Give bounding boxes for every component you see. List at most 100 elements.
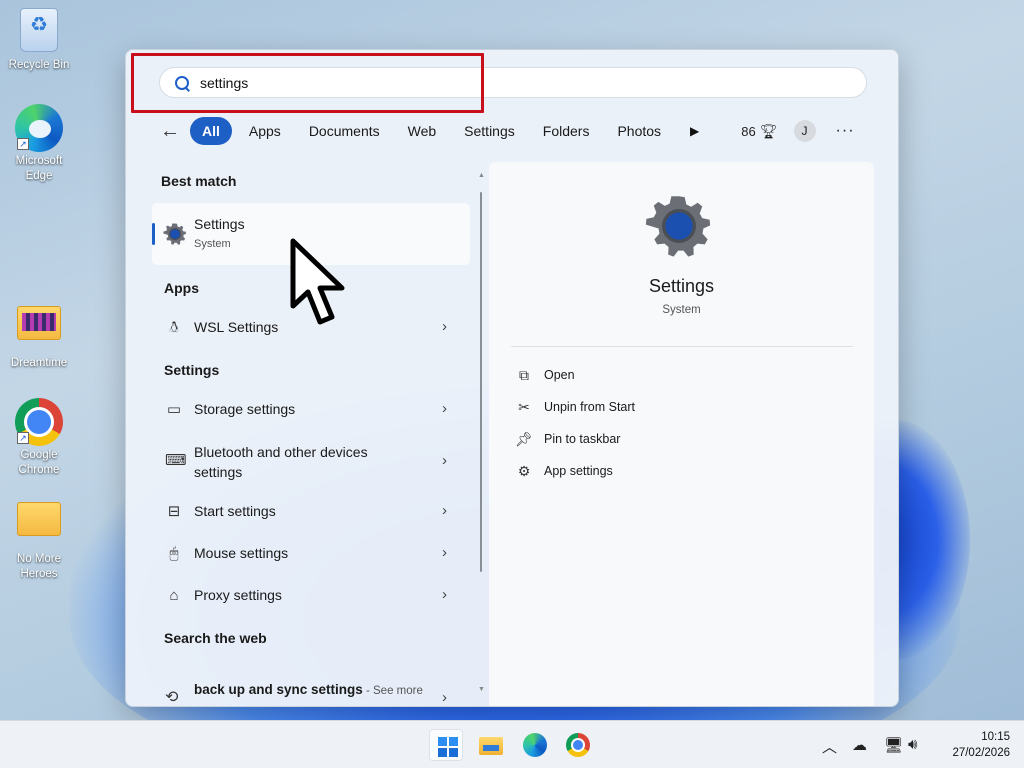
- open-external-icon: ⧉: [519, 366, 529, 383]
- desktop-icon-google-chrome[interactable]: ↗ Google Chrome: [4, 398, 74, 478]
- best-match-title: Settings: [194, 216, 245, 232]
- list-item-label: Start settings: [194, 503, 276, 519]
- tab-settings[interactable]: Settings: [453, 117, 526, 145]
- system-clock[interactable]: 10:15 27/02/2026: [936, 729, 1010, 761]
- scrollbar-thumb[interactable]: [480, 192, 482, 572]
- mouse-icon: 🖱︎: [169, 545, 179, 562]
- cloud-offline-icon[interactable]: ☁: [852, 736, 867, 754]
- web-search-label: back up and sync settings - See more sea…: [194, 680, 424, 706]
- search-web-heading: Search the web: [164, 630, 267, 646]
- file-explorer-icon: [479, 737, 503, 755]
- desktop-icon-no-more-heroes[interactable]: No More Heroes: [4, 494, 74, 582]
- taskbar-edge[interactable]: [518, 729, 552, 761]
- edge-icon: ↗: [15, 104, 63, 152]
- more-options-icon[interactable]: ···: [836, 122, 855, 140]
- tab-folders[interactable]: Folders: [532, 117, 601, 145]
- edge-icon: [523, 733, 547, 757]
- list-item-proxy-settings[interactable]: ⌂ Proxy settings ›: [152, 576, 470, 614]
- desktop-icon-microsoft-edge[interactable]: ↗ Microsoft Edge: [4, 104, 74, 184]
- tab-web[interactable]: Web: [397, 117, 448, 145]
- mouse-pointer-icon: [290, 238, 345, 325]
- volume-icon[interactable]: 🔊︎: [908, 736, 917, 753]
- list-item-storage-settings[interactable]: ▭ Storage settings ›: [152, 390, 470, 428]
- chevron-right-icon[interactable]: ›: [442, 689, 447, 706]
- storage-icon: ▭: [166, 401, 182, 418]
- penguin-icon: 🐧︎: [169, 319, 179, 336]
- tab-all[interactable]: All: [190, 117, 232, 145]
- settings-gear-icon: [163, 223, 186, 245]
- tab-photos[interactable]: Photos: [606, 117, 672, 145]
- rewards-points[interactable]: 86 🏆︎: [741, 123, 777, 140]
- list-item-start-settings[interactable]: ⊟ Start settings ›: [152, 492, 470, 530]
- list-item-web-search[interactable]: ⟲ back up and sync settings - See more s…: [152, 675, 470, 706]
- desktop-icon-label: Google Chrome: [18, 449, 60, 476]
- tab-apps[interactable]: Apps: [238, 117, 292, 145]
- desktop-icon-recycle-bin[interactable]: Recycle Bin: [4, 8, 74, 73]
- action-label: Pin to taskbar: [544, 432, 621, 446]
- filter-bar: ← All Apps Documents Web Settings Folder…: [160, 116, 880, 146]
- divider: [511, 346, 853, 347]
- action-unpin-from-start[interactable]: ✂ Unpin from Start: [515, 396, 635, 418]
- network-icon[interactable]: 🖥︎: [884, 736, 903, 754]
- highlight-box: [131, 53, 484, 113]
- chevron-right-icon[interactable]: ›: [442, 318, 447, 335]
- taskbar-file-explorer[interactable]: [473, 729, 507, 761]
- trophy-icon: 🏆︎: [759, 122, 778, 139]
- chevron-right-icon[interactable]: ›: [442, 400, 447, 417]
- avatar[interactable]: J: [793, 120, 816, 142]
- action-pin-to-taskbar[interactable]: 📌︎ Pin to taskbar: [515, 428, 620, 450]
- chrome-icon: [566, 733, 590, 757]
- desktop-icon-label: Recycle Bin: [8, 59, 70, 71]
- history-icon: ⟲: [165, 689, 179, 706]
- apps-heading: Apps: [164, 280, 199, 296]
- search-panel: ← All Apps Documents Web Settings Folder…: [125, 49, 899, 707]
- settings-gear-icon: [645, 196, 711, 257]
- taskbar: ︿ ☁ 🖥︎ 🔊︎ 10:15 27/02/2026: [0, 720, 1024, 768]
- preview-title: Settings: [648, 276, 715, 296]
- points-value: 86: [741, 123, 756, 139]
- settings-heading: Settings: [164, 362, 220, 378]
- list-item-label: Proxy settings: [194, 587, 282, 603]
- action-open[interactable]: ⧉ Open: [515, 364, 575, 386]
- preview-pane: Settings System ⧉ Open ✂ Unpin from Star…: [489, 162, 874, 706]
- action-label: App settings: [544, 464, 613, 478]
- list-item-mouse-settings[interactable]: 🖱︎ Mouse settings ›: [152, 534, 470, 572]
- desktop-icon-label: Dreamtime: [10, 357, 68, 369]
- desktop-icon-label: Microsoft Edge: [15, 155, 63, 182]
- list-item-bluetooth-settings[interactable]: ⌨ Bluetooth and other devices settings ›: [152, 440, 470, 484]
- scroll-up-icon[interactable]: ▲: [478, 172, 485, 179]
- tab-documents[interactable]: Documents: [298, 117, 391, 145]
- action-label: Unpin from Start: [544, 400, 636, 414]
- clock-date: 27/02/2026: [952, 747, 1010, 759]
- proxy-icon: ⌂: [169, 587, 179, 604]
- chevron-right-icon[interactable]: ›: [442, 544, 447, 561]
- chevron-right-icon[interactable]: ›: [442, 586, 447, 603]
- action-app-settings[interactable]: ⚙ App settings: [515, 460, 613, 482]
- pin-icon: 📌︎: [515, 430, 533, 447]
- scroll-down-icon[interactable]: ▼: [478, 686, 485, 693]
- list-item-label: WSL Settings: [194, 319, 279, 335]
- taskbar-chrome[interactable]: [561, 729, 595, 761]
- start-menu-icon: ⊟: [167, 503, 181, 520]
- best-match-heading: Best match: [161, 173, 237, 189]
- clock-time: 10:15: [981, 731, 1010, 743]
- preview-subtitle: System: [662, 304, 701, 316]
- start-button[interactable]: [429, 729, 463, 761]
- desktop-icon-dreamtime[interactable]: Dreamtime: [4, 298, 74, 371]
- chrome-icon: ↗: [15, 398, 63, 446]
- folder-icon: [15, 306, 63, 354]
- best-match-subtitle: System: [194, 238, 231, 250]
- gear-icon: ⚙: [517, 462, 531, 479]
- more-filters-play-icon[interactable]: ▶: [690, 124, 699, 138]
- chevron-right-icon[interactable]: ›: [442, 502, 447, 519]
- list-item-label: Storage settings: [194, 401, 296, 417]
- back-arrow-icon[interactable]: ←: [160, 120, 190, 143]
- chevron-right-icon[interactable]: ›: [442, 452, 447, 469]
- action-label: Open: [544, 368, 575, 382]
- folder-icon: [15, 502, 63, 550]
- recycle-bin-icon: [15, 8, 63, 56]
- keyboard-devices-icon: ⌨: [165, 452, 187, 469]
- results-scrollbar[interactable]: ▲ ▼: [478, 172, 485, 706]
- list-item-label: Mouse settings: [194, 545, 289, 561]
- show-hidden-icons-chevron-icon[interactable]: ︿: [822, 736, 837, 757]
